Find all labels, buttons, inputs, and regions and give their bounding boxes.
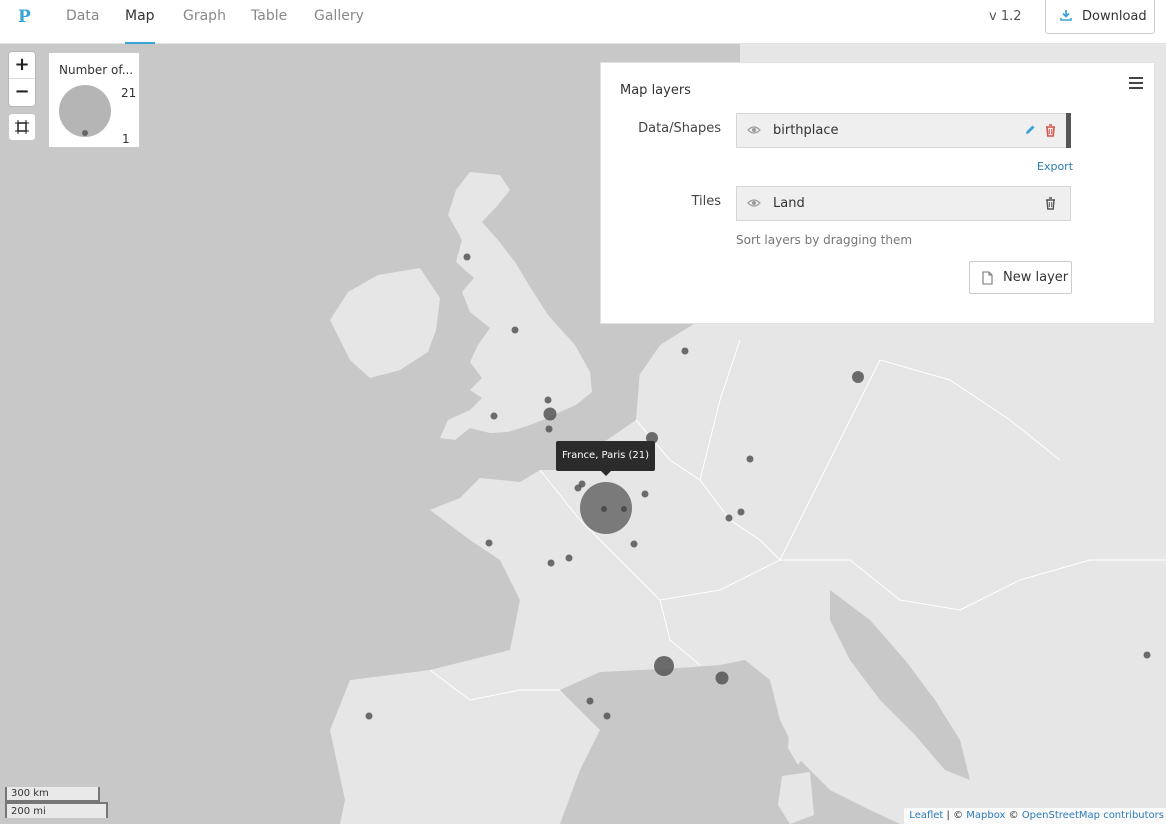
map-marker xyxy=(365,712,373,720)
map-marker xyxy=(543,407,557,421)
map-marker xyxy=(586,697,594,705)
hamburger-menu-icon[interactable] xyxy=(1129,77,1143,91)
pencil-icon[interactable] xyxy=(1024,124,1036,136)
fit-bounds-button[interactable] xyxy=(9,114,35,140)
map-marker xyxy=(852,371,864,383)
sort-hint: Sort layers by dragging them xyxy=(736,233,913,247)
map-marker xyxy=(737,508,745,516)
data-layer-name: birthplace xyxy=(773,123,839,138)
fit-bounds-icon xyxy=(15,120,29,134)
tab-table[interactable]: Table xyxy=(251,0,287,44)
map-marker xyxy=(725,514,733,522)
map-marker xyxy=(463,253,471,261)
map-marker xyxy=(545,425,553,433)
zoom-in-button[interactable]: + xyxy=(9,52,35,78)
map-attribution: Leaflet | © Mapbox © OpenStreetMap contr… xyxy=(904,808,1166,824)
map-marker xyxy=(1143,651,1151,659)
tab-graph[interactable]: Graph xyxy=(183,0,226,44)
tiles-label: Tiles xyxy=(691,194,721,209)
map-marker xyxy=(485,539,493,547)
map-layers-panel: Map layers Data/Shapes birthplace Export… xyxy=(600,62,1155,324)
scale-mi: 200 mi xyxy=(5,802,108,818)
map-marker xyxy=(654,656,674,676)
app-logo[interactable]: P xyxy=(18,7,32,29)
map-marker xyxy=(574,484,582,492)
legend-max-value: 21 xyxy=(121,86,137,100)
tab-map[interactable]: Map xyxy=(125,0,155,44)
tiles-layer-name: Land xyxy=(773,196,805,211)
scale-km: 300 km xyxy=(5,787,100,802)
download-icon xyxy=(1060,10,1072,21)
map-marker xyxy=(565,554,573,562)
map-marker xyxy=(746,455,754,463)
export-link[interactable]: Export xyxy=(1037,160,1073,173)
map-marker xyxy=(544,396,552,404)
map-marker xyxy=(490,412,498,420)
map-marker xyxy=(630,540,638,548)
trash-icon[interactable] xyxy=(1045,124,1056,137)
attribution-sep: © xyxy=(1005,810,1022,821)
marker-tooltip: France, Paris (21) xyxy=(556,441,655,476)
map-marker xyxy=(621,506,627,512)
attribution-sep: | © xyxy=(943,810,967,821)
map-marker xyxy=(681,347,689,355)
map-marker xyxy=(547,559,555,567)
new-layer-label: New layer xyxy=(1003,270,1069,285)
map-marker xyxy=(601,506,607,512)
download-label: Download xyxy=(1082,9,1147,24)
trash-icon[interactable] xyxy=(1045,197,1056,210)
new-layer-button[interactable]: New layer xyxy=(969,261,1072,294)
map-marker xyxy=(641,490,649,498)
data-shapes-label: Data/Shapes xyxy=(638,121,721,136)
map-marker xyxy=(715,671,729,685)
map-marker xyxy=(511,326,519,334)
legend-circles xyxy=(59,85,111,137)
eye-icon[interactable] xyxy=(747,198,761,208)
mapbox-link[interactable]: Mapbox xyxy=(966,810,1005,821)
data-layer-item[interactable]: birthplace xyxy=(736,113,1071,148)
version-label: v 1.2 xyxy=(989,9,1022,24)
panel-title: Map layers xyxy=(620,83,691,98)
map-marker xyxy=(603,712,611,720)
top-navigation: P Data Map Graph Table Gallery v 1.2 Dow… xyxy=(0,0,1166,44)
zoom-control: + − xyxy=(9,52,35,106)
drag-handle[interactable] xyxy=(1066,113,1071,148)
zoom-out-button[interactable]: − xyxy=(9,78,35,104)
leaflet-link[interactable]: Leaflet xyxy=(909,810,943,821)
tab-data[interactable]: Data xyxy=(66,0,99,44)
tab-gallery[interactable]: Gallery xyxy=(314,0,364,44)
legend-title: Number of... xyxy=(59,63,134,77)
new-file-icon xyxy=(982,271,993,285)
size-legend: Number of... 21 1 xyxy=(49,53,139,147)
eye-icon[interactable] xyxy=(747,125,761,135)
tiles-layer-item[interactable]: Land xyxy=(736,186,1071,221)
download-button[interactable]: Download xyxy=(1045,0,1155,34)
osm-link[interactable]: OpenStreetMap contributors xyxy=(1022,810,1164,821)
legend-min-value: 1 xyxy=(122,132,130,146)
